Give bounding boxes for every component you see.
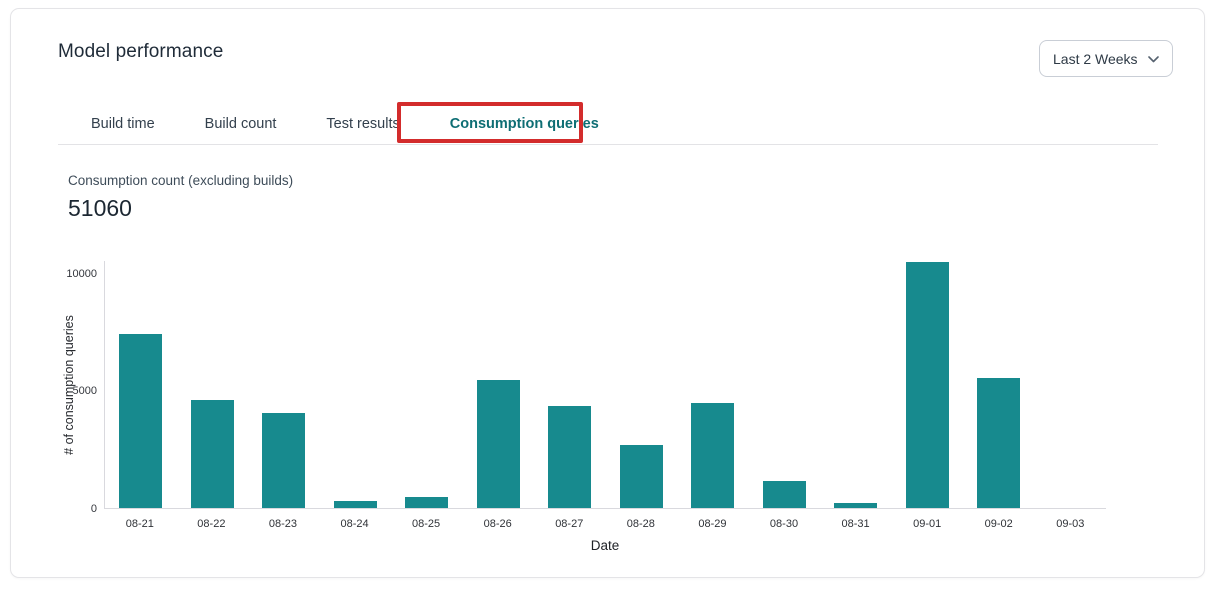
model-performance-card: Model performance Last 2 Weeks Build tim… bbox=[10, 8, 1205, 578]
x-axis-ticks: 08-2108-2208-2308-2408-2508-2608-2708-28… bbox=[104, 518, 1106, 530]
tab-consumption-queries[interactable]: Consumption queries bbox=[450, 116, 599, 132]
bar-08-22[interactable] bbox=[191, 400, 234, 508]
plot-area bbox=[104, 261, 1106, 509]
bar-08-27[interactable] bbox=[548, 406, 591, 508]
bar-08-21[interactable] bbox=[119, 334, 162, 508]
tab-test-results[interactable]: Test results bbox=[326, 116, 399, 132]
bar-08-24[interactable] bbox=[334, 501, 377, 508]
y-axis-title: # of consumption queries bbox=[62, 315, 76, 455]
time-range-value: Last 2 Weeks bbox=[1053, 51, 1138, 67]
x-tick-label: 08-21 bbox=[104, 518, 176, 530]
metric-label: Consumption count (excluding builds) bbox=[68, 173, 293, 188]
bar-slot bbox=[177, 261, 249, 508]
x-tick-label: 08-31 bbox=[820, 518, 892, 530]
x-tick-label: 08-28 bbox=[605, 518, 677, 530]
time-range-dropdown[interactable]: Last 2 Weeks bbox=[1039, 40, 1173, 77]
y-axis-ticks: 0500010000 bbox=[11, 261, 97, 509]
bar-slot bbox=[749, 261, 821, 508]
bar-08-28[interactable] bbox=[620, 445, 663, 508]
bar-slot bbox=[105, 261, 177, 508]
bar-slot bbox=[320, 261, 392, 508]
x-tick-label: 09-02 bbox=[963, 518, 1035, 530]
bar-08-31[interactable] bbox=[834, 503, 877, 508]
page-title: Model performance bbox=[58, 41, 223, 63]
bar-slot bbox=[892, 261, 964, 508]
bar-08-30[interactable] bbox=[763, 481, 806, 508]
tab-build-time[interactable]: Build time bbox=[91, 116, 155, 132]
bar-slot bbox=[534, 261, 606, 508]
bar-08-23[interactable] bbox=[262, 413, 305, 508]
metric-value: 51060 bbox=[68, 195, 132, 222]
bar-slot bbox=[1035, 261, 1107, 508]
bar-08-26[interactable] bbox=[477, 380, 520, 508]
bar-slot bbox=[677, 261, 749, 508]
bar-slot bbox=[820, 261, 892, 508]
x-tick-label: 08-22 bbox=[176, 518, 248, 530]
bar-08-25[interactable] bbox=[405, 497, 448, 508]
bar-slot bbox=[391, 261, 463, 508]
bar-09-02[interactable] bbox=[977, 378, 1020, 508]
bar-slot bbox=[963, 261, 1035, 508]
x-tick-label: 08-23 bbox=[247, 518, 319, 530]
tabs-divider bbox=[58, 144, 1158, 145]
y-tick-label: 10000 bbox=[11, 267, 97, 281]
y-tick-label: 5000 bbox=[11, 384, 97, 398]
x-tick-label: 08-27 bbox=[533, 518, 605, 530]
bar-08-29[interactable] bbox=[691, 403, 734, 508]
bar-slot bbox=[606, 261, 678, 508]
x-tick-label: 08-26 bbox=[462, 518, 534, 530]
chevron-down-icon bbox=[1148, 56, 1159, 63]
bar-slot bbox=[248, 261, 320, 508]
x-axis-title: Date bbox=[104, 538, 1106, 553]
tab-build-count[interactable]: Build count bbox=[205, 116, 277, 132]
x-tick-label: 09-01 bbox=[891, 518, 963, 530]
bar-09-01[interactable] bbox=[906, 262, 949, 508]
tab-bar: Build time Build count Test results Cons… bbox=[91, 105, 599, 143]
x-tick-label: 09-03 bbox=[1035, 518, 1107, 530]
y-tick-label: 0 bbox=[11, 502, 97, 516]
x-tick-label: 08-24 bbox=[319, 518, 391, 530]
bar-slot bbox=[463, 261, 535, 508]
x-tick-label: 08-25 bbox=[390, 518, 462, 530]
x-tick-label: 08-29 bbox=[677, 518, 749, 530]
x-tick-label: 08-30 bbox=[748, 518, 820, 530]
